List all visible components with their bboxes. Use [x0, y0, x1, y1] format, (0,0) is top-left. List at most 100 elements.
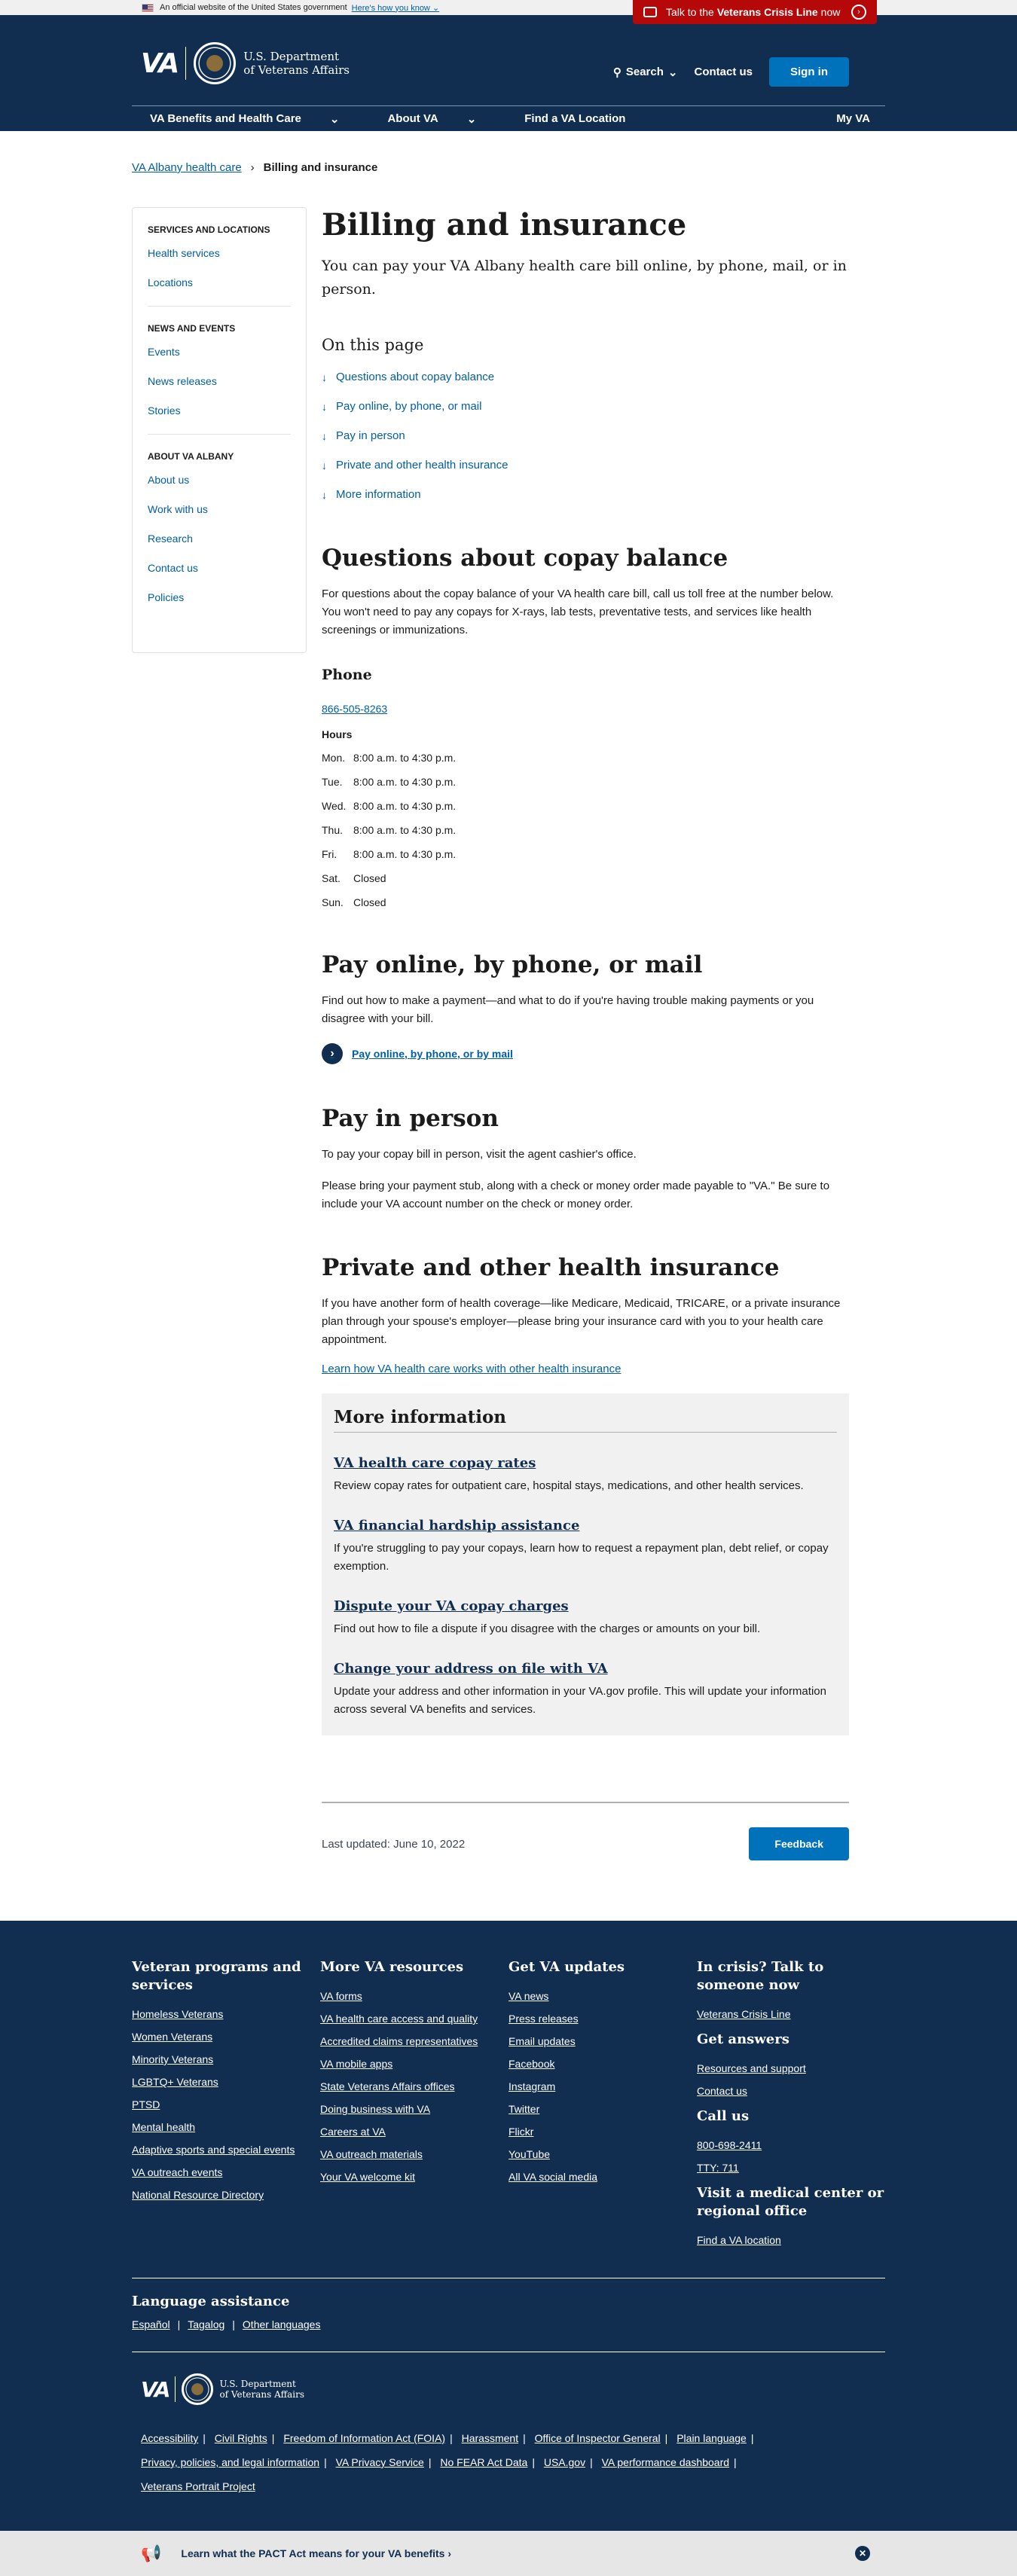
footer-link[interactable]: All VA social media: [508, 2171, 697, 2183]
more-information-box: More information VA health care copay ra…: [322, 1393, 849, 1735]
footer-link[interactable]: Twitter: [508, 2103, 697, 2115]
sidenav-item-about-us[interactable]: About us: [148, 474, 291, 486]
chevron-down-icon: ⌄: [667, 66, 678, 79]
footer-link[interactable]: Accredited claims representatives: [320, 2035, 508, 2047]
legal-link[interactable]: Office of Inspector General: [535, 2432, 661, 2444]
footer-link[interactable]: Doing business with VA: [320, 2103, 508, 2115]
nav-my-va[interactable]: My VA: [836, 112, 870, 125]
footer-link[interactable]: Mental health: [132, 2121, 320, 2133]
heres-how-you-know-link[interactable]: Here's how you know ⌄: [352, 3, 440, 13]
footer-link[interactable]: Contact us: [697, 2085, 885, 2097]
sidenav-item-policies[interactable]: Policies: [148, 591, 291, 603]
toc-link[interactable]: ↓ More information: [322, 488, 849, 501]
pay-in-person-heading: Pay in person: [322, 1105, 499, 1132]
footer-link[interactable]: VA outreach events: [132, 2166, 320, 2178]
search-button[interactable]: ⚲ Search ⌄: [613, 66, 678, 79]
contact-us-link[interactable]: Contact us: [694, 66, 753, 78]
feedback-button[interactable]: Feedback: [749, 1827, 849, 1860]
footer-link[interactable]: Your VA welcome kit: [320, 2171, 508, 2183]
copay-text: For questions about the copay balance of…: [322, 588, 834, 636]
language-link[interactable]: Other languages: [243, 2318, 321, 2330]
more-info-link[interactable]: Change your address on file with VA: [334, 1661, 608, 1677]
legal-link[interactable]: No FEAR Act Data: [440, 2456, 527, 2468]
footer-link[interactable]: Instagram: [508, 2080, 697, 2092]
breadcrumb-parent[interactable]: VA Albany health care: [132, 161, 242, 174]
toc-link[interactable]: ↓ Questions about copay balance: [322, 371, 849, 383]
footer-link[interactable]: Careers at VA: [320, 2126, 508, 2138]
nav-find-location[interactable]: Find a VA Location: [515, 112, 640, 125]
footer-link[interactable]: PTSD: [132, 2098, 320, 2111]
footer-link[interactable]: VA forms: [320, 1990, 508, 2002]
sidenav-item-work-with-us[interactable]: Work with us: [148, 503, 291, 515]
sidenav-item-events[interactable]: Events: [148, 346, 291, 358]
legal-link[interactable]: VA performance dashboard: [602, 2456, 729, 2468]
sidenav-item-research[interactable]: Research: [148, 533, 291, 545]
sidenav-item-health-services[interactable]: Health services: [148, 247, 291, 259]
pact-act-link[interactable]: Learn what the PACT Act means for your V…: [181, 2547, 451, 2559]
sign-in-button[interactable]: Sign in: [769, 57, 849, 87]
footer-va-logo[interactable]: VA U.S. Department of Veterans Affairs: [132, 2352, 885, 2405]
phone-heading: Phone: [322, 667, 372, 683]
toc-link[interactable]: ↓ Private and other health insurance: [322, 459, 849, 472]
nav-benefits[interactable]: VA Benefits and Health Care ⌄: [141, 112, 354, 126]
footer-link[interactable]: Press releases: [508, 2013, 697, 2025]
legal-link[interactable]: Privacy, policies, and legal information: [141, 2456, 319, 2468]
legal-link[interactable]: USA.gov: [544, 2456, 585, 2468]
legal-link[interactable]: Accessibility: [141, 2432, 198, 2444]
footer-link[interactable]: VA news: [508, 1990, 697, 2002]
footer-crisis-link[interactable]: Veterans Crisis Line: [697, 2008, 885, 2020]
list-item: Change your address on file with VA Upda…: [334, 1661, 826, 1716]
language-link[interactable]: Español: [132, 2318, 170, 2330]
legal-link[interactable]: Freedom of Information Act (FOIA): [283, 2432, 445, 2444]
legal-link[interactable]: VA Privacy Service: [336, 2456, 424, 2468]
arrow-down-icon: ↓: [322, 459, 327, 472]
footer-link[interactable]: VA health care access and quality: [320, 2013, 508, 2025]
legal-links: Accessibility | Civil Rights | Freedom of …: [141, 2432, 754, 2492]
sidenav-item-contact-us[interactable]: Contact us: [148, 562, 291, 574]
footer-column: Get VA updates VA news Press releases Em…: [508, 1958, 697, 2257]
toc-link[interactable]: ↓ Pay online, by phone, or mail: [322, 400, 849, 413]
sidenav-section-title: ABOUT VA ALBANY: [148, 451, 234, 462]
sidenav-item-news-releases[interactable]: News releases: [148, 375, 291, 387]
more-info-link[interactable]: Dispute your VA copay charges: [334, 1598, 569, 1614]
va-logo[interactable]: VA U.S. Department of Veterans Affairs: [141, 42, 350, 84]
toc-link[interactable]: ↓ Pay in person: [322, 429, 849, 442]
hours-row: Fri. 8:00 a.m. to 4:30 p.m.: [322, 848, 457, 860]
footer-link[interactable]: VA mobile apps: [320, 2058, 508, 2070]
legal-link[interactable]: Civil Rights: [215, 2432, 267, 2444]
language-link[interactable]: Tagalog: [188, 2318, 224, 2330]
megaphone-icon: 📢: [141, 2544, 162, 2562]
footer-link[interactable]: Homeless Veterans: [132, 2008, 320, 2020]
arrow-down-icon: ↓: [322, 371, 327, 383]
sidenav-item-stories[interactable]: Stories: [148, 404, 291, 417]
crisis-line-button[interactable]: Talk to the Veterans Crisis Line now ›: [633, 0, 877, 24]
sidenav-item-locations[interactable]: Locations: [148, 276, 291, 288]
footer-link[interactable]: Adaptive sports and special events: [132, 2144, 320, 2156]
nav-about-va[interactable]: About VA ⌄: [378, 112, 491, 126]
footer-link[interactable]: Flickr: [508, 2126, 697, 2138]
footer-link[interactable]: Resources and support: [697, 2062, 885, 2074]
footer-link[interactable]: State Veterans Affairs offices: [320, 2080, 508, 2092]
footer-link[interactable]: VA outreach materials: [320, 2148, 508, 2160]
more-info-link[interactable]: VA financial hardship assistance: [334, 1518, 579, 1534]
footer-link[interactable]: Find a VA location: [697, 2234, 885, 2246]
footer-link[interactable]: LGBTQ+ Veterans: [132, 2076, 320, 2088]
footer-link[interactable]: Women Veterans: [132, 2031, 320, 2043]
hours-row: Tue. 8:00 a.m. to 4:30 p.m.: [322, 776, 457, 788]
footer-phone-link[interactable]: 800-698-2411: [697, 2139, 885, 2151]
footer-link[interactable]: National Resource Directory: [132, 2189, 320, 2201]
legal-link[interactable]: Veterans Portrait Project: [141, 2480, 255, 2492]
footer-tty-link[interactable]: TTY: 711: [697, 2162, 885, 2174]
pay-online-action-link[interactable]: › Pay online, by phone, or by mail: [322, 1043, 849, 1064]
phone-number-link[interactable]: 866-505-8263: [322, 703, 849, 715]
footer-link[interactable]: Minority Veterans: [132, 2053, 320, 2065]
legal-link[interactable]: Harassment: [462, 2432, 518, 2444]
footer-link[interactable]: Facebook: [508, 2058, 697, 2070]
footer-link[interactable]: YouTube: [508, 2148, 697, 2160]
site-footer: Veteran programs and services Homeless V…: [0, 1921, 1017, 2576]
insurance-learn-link[interactable]: Learn how VA health care works with othe…: [322, 1363, 849, 1375]
close-icon[interactable]: ✕: [855, 2546, 870, 2561]
more-info-link[interactable]: VA health care copay rates: [334, 1455, 536, 1471]
legal-link[interactable]: Plain language: [676, 2432, 747, 2444]
footer-link[interactable]: Email updates: [508, 2035, 697, 2047]
